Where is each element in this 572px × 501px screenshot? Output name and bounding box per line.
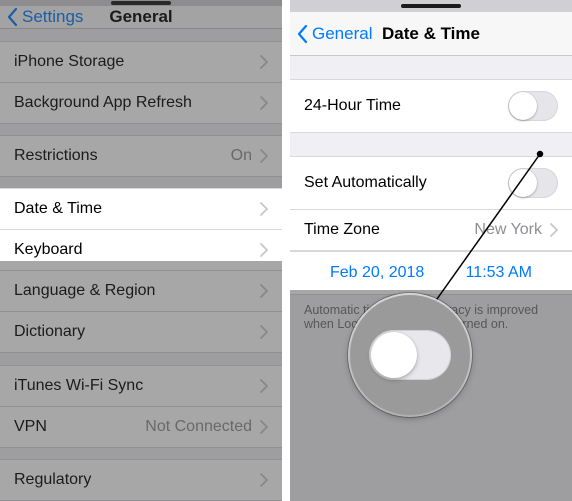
- callout-leader-line: [0, 0, 572, 501]
- toggle-zoomed-icon: [369, 330, 451, 380]
- zoom-callout: [350, 295, 470, 415]
